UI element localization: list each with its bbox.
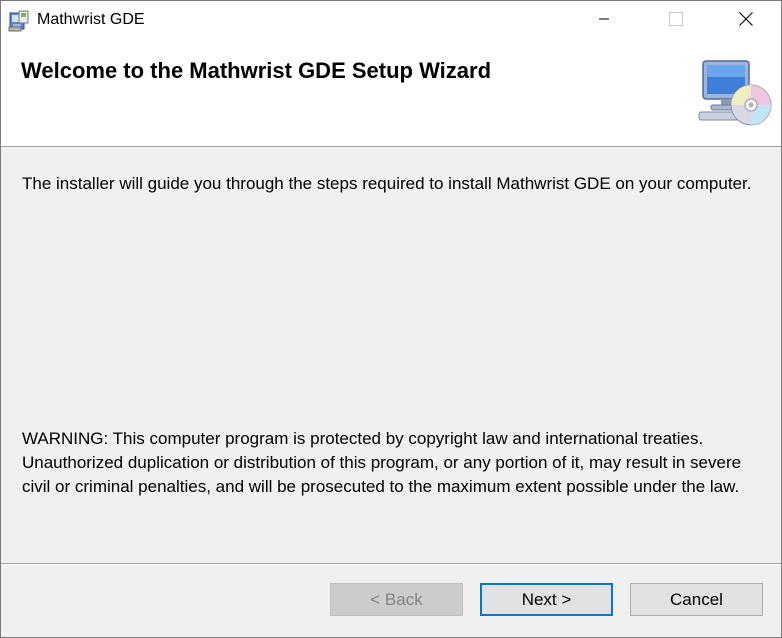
close-button[interactable] [723, 1, 769, 41]
next-button[interactable]: Next > [480, 583, 613, 616]
installer-app-icon[interactable] [7, 9, 31, 33]
copyright-warning: WARNING: This computer program is protec… [22, 429, 742, 496]
wizard-banner: Welcome to the Mathwrist GDE Setup Wizar… [1, 41, 781, 147]
wizard-body: The installer will guide you through the… [1, 147, 781, 563]
wizard-footer: < Back Next > Cancel [1, 565, 781, 637]
minimize-icon [598, 12, 610, 30]
computer-cd-icon [697, 59, 773, 127]
maximize-button[interactable] [653, 1, 699, 41]
close-icon [739, 11, 753, 31]
setup-wizard-window: Mathwrist GDE Welcome to the Mathwrist G… [0, 0, 782, 638]
back-button[interactable]: < Back [330, 583, 463, 616]
window-title: Mathwrist GDE [37, 11, 145, 28]
minimize-button[interactable] [581, 1, 627, 41]
title-bar[interactable]: Mathwrist GDE [1, 1, 781, 41]
maximize-icon [669, 11, 683, 31]
intro-text: The installer will guide you through the… [22, 174, 752, 193]
banner-title: Welcome to the Mathwrist GDE Setup Wizar… [21, 58, 492, 83]
cancel-button[interactable]: Cancel [630, 583, 763, 616]
